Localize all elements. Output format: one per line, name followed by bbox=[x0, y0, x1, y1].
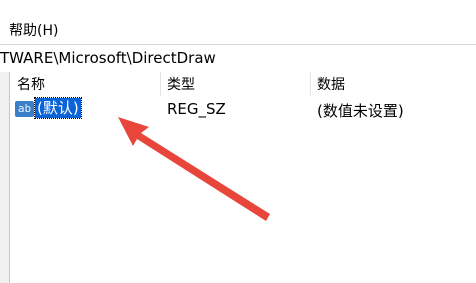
registry-editor-window: 帮助(H) TWARE\Microsoft\DirectDraw 名称 类型 数… bbox=[0, 0, 476, 283]
value-name-cell[interactable]: (默认) bbox=[34, 97, 82, 119]
help-menu[interactable]: 帮助(H) bbox=[9, 20, 58, 40]
values-pane: 名称 类型 数据 ab (默认) REG_SZ (数值未设置) bbox=[10, 72, 476, 283]
column-header-bar: 名称 类型 数据 bbox=[10, 72, 476, 96]
address-path[interactable]: TWARE\Microsoft\DirectDraw bbox=[0, 49, 216, 67]
table-row[interactable]: ab (默认) REG_SZ (数值未设置) bbox=[10, 97, 476, 121]
address-bar[interactable]: TWARE\Microsoft\DirectDraw bbox=[0, 44, 476, 73]
value-data-cell: (数值未设置) bbox=[317, 102, 404, 120]
column-header-name[interactable]: 名称 bbox=[10, 72, 160, 96]
tree-pane-edge bbox=[0, 72, 10, 283]
menu-bar: 帮助(H) bbox=[0, 0, 476, 44]
column-header-data[interactable]: 数据 bbox=[310, 72, 476, 96]
value-type-cell: REG_SZ bbox=[167, 100, 226, 118]
string-value-icon: ab bbox=[15, 101, 34, 117]
column-header-type[interactable]: 类型 bbox=[160, 72, 310, 96]
